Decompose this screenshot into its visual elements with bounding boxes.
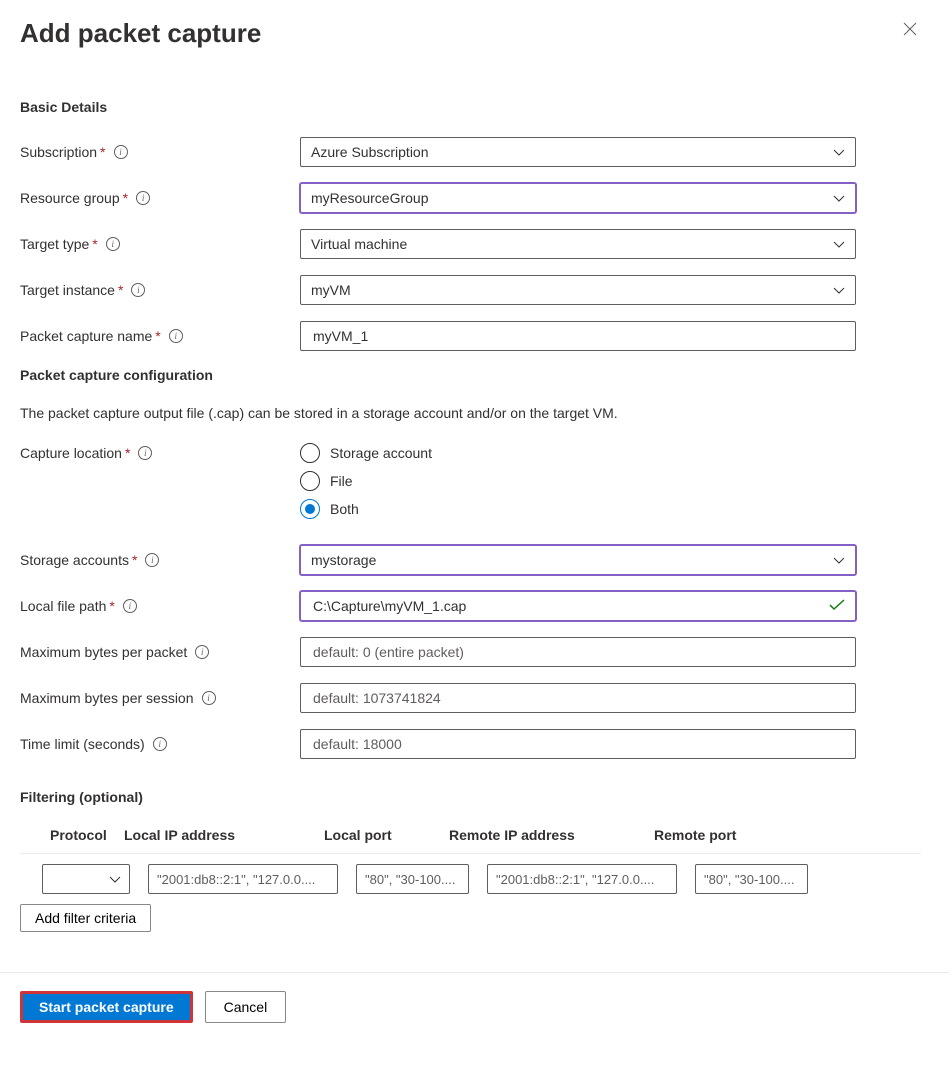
info-icon[interactable]: i bbox=[114, 145, 128, 159]
section-basic-title: Basic Details bbox=[20, 99, 921, 115]
max-bytes-packet-label: Maximum bytes per packet bbox=[20, 644, 187, 660]
required-marker: * bbox=[123, 190, 128, 206]
resource-group-label: Resource group bbox=[20, 190, 120, 206]
required-marker: * bbox=[118, 282, 123, 298]
filter-local-port-input[interactable]: "80", "30-100.... bbox=[356, 864, 469, 894]
required-marker: * bbox=[132, 552, 137, 568]
filter-protocol-dropdown[interactable] bbox=[42, 864, 130, 894]
info-icon[interactable]: i bbox=[136, 191, 150, 205]
radio-file-label: File bbox=[330, 473, 353, 489]
capture-name-label: Packet capture name bbox=[20, 328, 152, 344]
subscription-value: Azure Subscription bbox=[311, 144, 429, 160]
capture-location-label: Capture location bbox=[20, 445, 122, 461]
subscription-dropdown[interactable]: Azure Subscription bbox=[300, 137, 856, 167]
close-icon[interactable] bbox=[899, 18, 921, 44]
filter-col-protocol: Protocol bbox=[20, 827, 120, 843]
time-limit-input[interactable] bbox=[311, 735, 845, 753]
info-icon[interactable]: i bbox=[123, 599, 137, 613]
target-instance-label: Target instance bbox=[20, 282, 115, 298]
filter-remote-port-input[interactable]: "80", "30-100.... bbox=[695, 864, 808, 894]
storage-accounts-dropdown[interactable]: mystorage bbox=[300, 545, 856, 575]
capture-name-input[interactable] bbox=[311, 327, 845, 345]
required-marker: * bbox=[92, 236, 97, 252]
info-icon[interactable]: i bbox=[195, 645, 209, 659]
target-type-value: Virtual machine bbox=[311, 236, 407, 252]
radio-storage-account[interactable]: Storage account bbox=[300, 443, 856, 463]
chevron-down-icon bbox=[833, 552, 845, 568]
filter-local-ip-input[interactable]: "2001:db8::2:1", "127.0.0.... bbox=[148, 864, 338, 894]
required-marker: * bbox=[109, 598, 114, 614]
required-marker: * bbox=[155, 328, 160, 344]
required-marker: * bbox=[100, 144, 105, 160]
time-limit-wrapper bbox=[300, 729, 856, 759]
max-bytes-session-input[interactable] bbox=[311, 689, 845, 707]
max-bytes-session-wrapper bbox=[300, 683, 856, 713]
local-file-path-wrapper bbox=[300, 591, 856, 621]
section-filtering-title: Filtering (optional) bbox=[20, 789, 921, 805]
max-bytes-packet-wrapper bbox=[300, 637, 856, 667]
target-type-label: Target type bbox=[20, 236, 89, 252]
max-bytes-session-label: Maximum bytes per session bbox=[20, 690, 194, 706]
info-icon[interactable]: i bbox=[131, 283, 145, 297]
filter-col-local-port: Local port bbox=[320, 827, 445, 843]
radio-storage-label: Storage account bbox=[330, 445, 432, 461]
panel-title: Add packet capture bbox=[20, 18, 261, 49]
chevron-down-icon bbox=[833, 190, 845, 206]
radio-both[interactable]: Both bbox=[300, 499, 856, 519]
info-icon[interactable]: i bbox=[145, 553, 159, 567]
section-config-title: Packet capture configuration bbox=[20, 367, 921, 383]
subscription-label: Subscription bbox=[20, 144, 97, 160]
filter-col-local-ip: Local IP address bbox=[120, 827, 320, 843]
start-capture-button[interactable]: Start packet capture bbox=[20, 991, 193, 1023]
add-filter-button[interactable]: Add filter criteria bbox=[20, 904, 151, 932]
time-limit-label: Time limit (seconds) bbox=[20, 736, 145, 752]
radio-both-label: Both bbox=[330, 501, 359, 517]
resource-group-value: myResourceGroup bbox=[311, 190, 429, 206]
storage-accounts-label: Storage accounts bbox=[20, 552, 129, 568]
info-icon[interactable]: i bbox=[202, 691, 216, 705]
filter-col-remote-ip: Remote IP address bbox=[445, 827, 650, 843]
section-config-note: The packet capture output file (.cap) ca… bbox=[20, 405, 921, 421]
radio-file[interactable]: File bbox=[300, 471, 856, 491]
chevron-down-icon bbox=[833, 282, 845, 298]
chevron-down-icon bbox=[833, 144, 845, 160]
checkmark-icon bbox=[829, 598, 845, 614]
info-icon[interactable]: i bbox=[153, 737, 167, 751]
local-file-path-label: Local file path bbox=[20, 598, 106, 614]
capture-name-input-wrapper bbox=[300, 321, 856, 351]
filter-col-remote-port: Remote port bbox=[650, 827, 770, 843]
max-bytes-packet-input[interactable] bbox=[311, 643, 845, 661]
info-icon[interactable]: i bbox=[106, 237, 120, 251]
cancel-button[interactable]: Cancel bbox=[205, 991, 287, 1023]
chevron-down-icon bbox=[109, 872, 121, 887]
filter-remote-ip-input[interactable]: "2001:db8::2:1", "127.0.0.... bbox=[487, 864, 677, 894]
target-instance-value: myVM bbox=[311, 282, 351, 298]
info-icon[interactable]: i bbox=[138, 446, 152, 460]
chevron-down-icon bbox=[833, 236, 845, 252]
required-marker: * bbox=[125, 445, 130, 461]
info-icon[interactable]: i bbox=[169, 329, 183, 343]
target-type-dropdown[interactable]: Virtual machine bbox=[300, 229, 856, 259]
resource-group-dropdown[interactable]: myResourceGroup bbox=[300, 183, 856, 213]
storage-accounts-value: mystorage bbox=[311, 552, 376, 568]
local-file-path-input[interactable] bbox=[311, 597, 823, 615]
capture-location-radio-group: Storage account File Both bbox=[300, 443, 856, 519]
target-instance-dropdown[interactable]: myVM bbox=[300, 275, 856, 305]
